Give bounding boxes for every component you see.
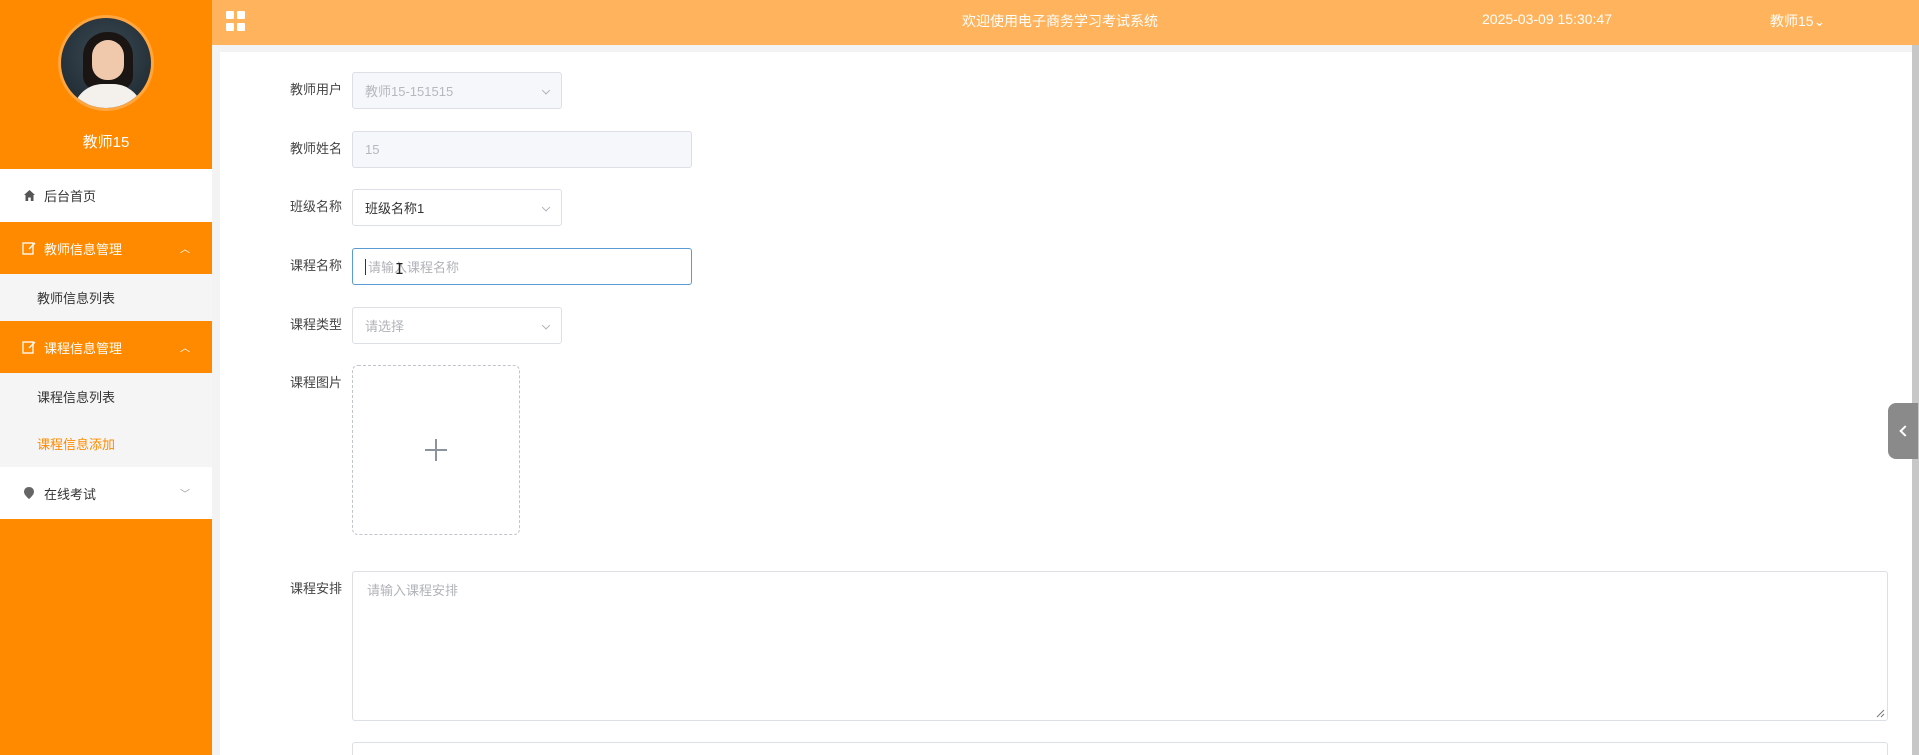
teacher-name-input: 15: [352, 131, 692, 168]
resize-handle-icon[interactable]: [1876, 709, 1885, 718]
page-scrollbar[interactable]: [1912, 45, 1919, 755]
chevron-down-icon: [541, 85, 551, 95]
form-row-course-image: 课程图片: [220, 365, 520, 535]
home-icon: [22, 189, 36, 203]
course-schedule-textarea[interactable]: 请输入课程安排: [352, 571, 1888, 721]
form-row-class-name: 班级名称 班级名称1: [220, 189, 562, 226]
sidebar-group-course-info[interactable]: 课程信息管理 ︿: [0, 321, 212, 373]
form-row-teacher-user: 教师用户 教师15-151515: [220, 72, 562, 109]
plus-icon: [425, 439, 447, 461]
system-title: 欢迎使用电子商务学习考试系统: [962, 13, 1158, 29]
field-label: 课程图片: [289, 375, 342, 390]
profile-panel: 教师15: [0, 0, 212, 169]
sidebar-group-label: 课程信息管理: [44, 340, 123, 356]
header-datetime: 2025-03-09 15:30:47: [1482, 11, 1612, 27]
text-caret: [365, 258, 366, 275]
textarea-placeholder: 请输入课程安排: [367, 583, 459, 598]
sidebar-item-teacher-list[interactable]: 教师信息列表: [0, 274, 212, 321]
profile-name: 教师15: [82, 134, 130, 151]
field-label: 教师姓名: [289, 141, 342, 156]
chevron-down-icon: [541, 202, 551, 212]
sidebar-group-label: 教师信息管理: [44, 241, 123, 257]
form-row-course-name: 课程名称 请输入课程名称 I: [220, 248, 692, 285]
course-add-form: 教师用户 教师15-151515 教师姓名 15 班级名称 班级名称1 课程名称…: [220, 52, 1919, 755]
input-placeholder: 请输入课程名称: [368, 260, 460, 275]
select-placeholder: 请选择: [365, 319, 405, 334]
input-value: 15: [365, 142, 380, 157]
sidebar-item-course-add[interactable]: 课程信息添加: [0, 420, 212, 467]
edit-icon: [22, 340, 36, 354]
avatar: [58, 15, 154, 111]
course-type-select[interactable]: 请选择: [352, 307, 562, 344]
chevron-down-icon: ﹀: [180, 489, 190, 501]
field-label: 教师用户: [289, 82, 342, 97]
sidebar-item-label: 后台首页: [44, 189, 97, 204]
class-name-select[interactable]: 班级名称1: [352, 189, 562, 226]
submenu-course-info: 课程信息列表 课程信息添加: [0, 373, 212, 467]
select-value: 教师15-151515: [365, 84, 454, 99]
chevron-up-icon: ︿: [180, 343, 190, 355]
next-textarea[interactable]: [352, 742, 1888, 755]
form-row-next-textarea: [220, 742, 1888, 755]
field-label: 课程安排: [289, 581, 342, 596]
text-cursor-icon: I: [395, 260, 405, 278]
side-panel-toggle[interactable]: [1888, 403, 1918, 459]
sidebar-group-label: 在线考试: [44, 486, 97, 502]
sidebar-group-online-exam[interactable]: 在线考试 ﹀: [0, 467, 212, 519]
field-label: 课程名称: [289, 258, 342, 273]
field-label: 课程类型: [289, 317, 342, 332]
form-row-course-schedule: 课程安排 请输入课程安排: [220, 571, 1888, 721]
sidebar-group-teacher-info[interactable]: 教师信息管理 ︿: [0, 222, 212, 274]
image-upload-button[interactable]: [352, 365, 520, 535]
submenu-teacher-info: 教师信息列表: [0, 274, 212, 321]
sidebar: 教师15 后台首页 教师信息管理 ︿ 教师信息列表 课程信息管理 ︿ 课程信息列…: [0, 0, 212, 755]
edit-icon: [22, 241, 36, 255]
chevron-left-icon: [1899, 425, 1911, 437]
chevron-up-icon: ︿: [180, 244, 190, 256]
form-row-course-type: 课程类型 请选择: [220, 307, 562, 344]
select-value: 班级名称1: [365, 201, 425, 216]
sidebar-item-course-list[interactable]: 课程信息列表: [0, 373, 212, 420]
chevron-down-icon: [541, 320, 551, 330]
sidebar-item-home[interactable]: 后台首页: [0, 169, 212, 222]
field-label: 班级名称: [289, 199, 342, 214]
top-header: 欢迎使用电子商务学习考试系统 2025-03-09 15:30:47 教师15⌄: [212, 0, 1919, 45]
form-row-teacher-name: 教师姓名 15: [220, 131, 692, 168]
user-menu[interactable]: 教师15⌄: [1770, 11, 1825, 31]
sidebar-menu: 后台首页 教师信息管理 ︿ 教师信息列表 课程信息管理 ︿ 课程信息列表 课程信…: [0, 169, 212, 519]
course-name-input[interactable]: 请输入课程名称 I: [352, 248, 692, 285]
teacher-user-select: 教师15-151515: [352, 72, 562, 109]
menu-grid-icon[interactable]: [226, 11, 246, 31]
location-icon: [22, 486, 36, 500]
